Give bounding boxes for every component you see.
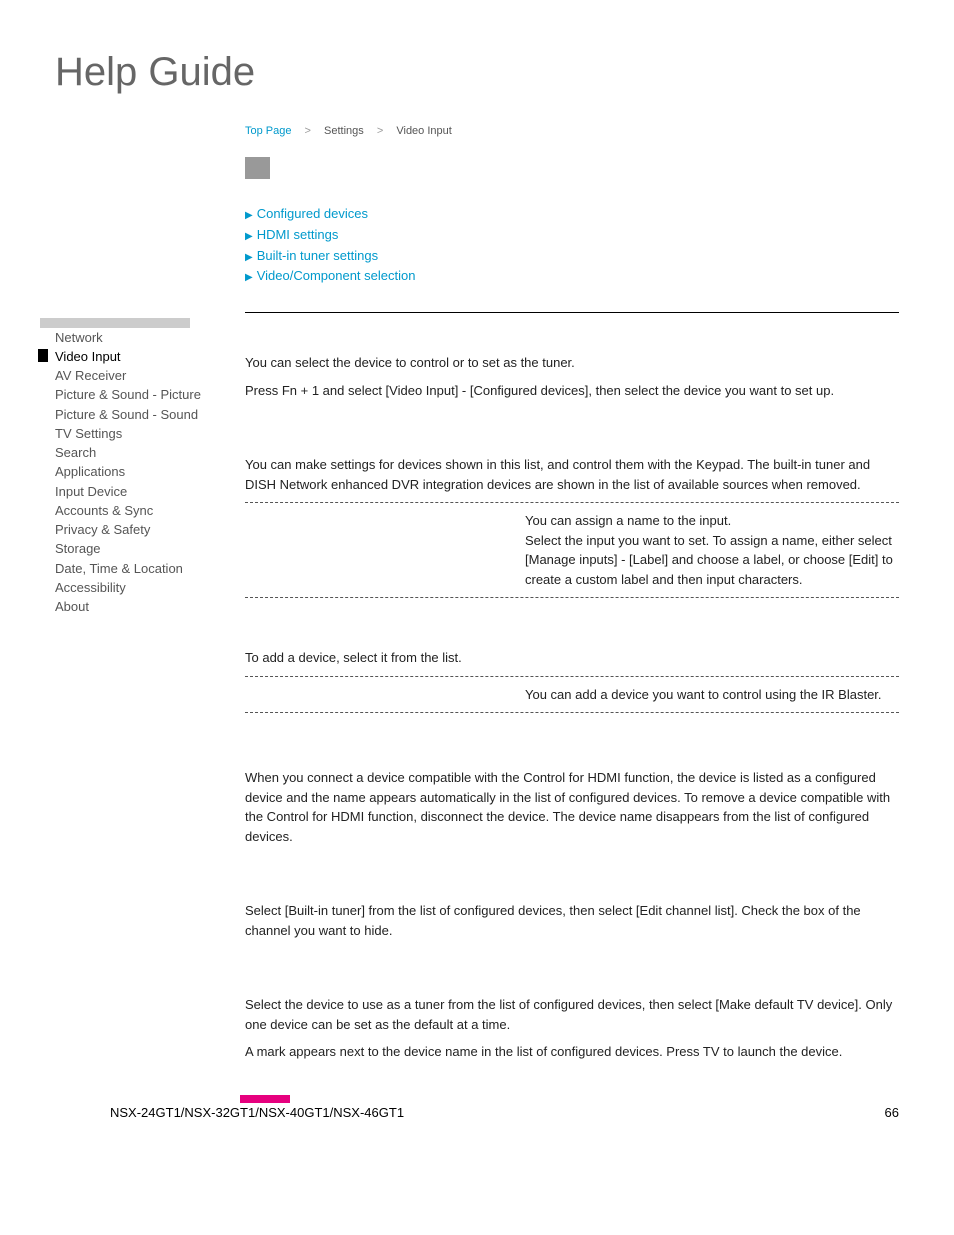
dashed-divider [245, 676, 899, 677]
sidebar-item-sound[interactable]: Picture & Sound - Sound [55, 405, 245, 424]
sidebar-item-network[interactable]: Network [55, 328, 245, 347]
content-para: Select [Built-in tuner] from the list of… [245, 901, 899, 940]
anchor-built-in-tuner[interactable]: ▶Built-in tuner settings [245, 246, 899, 267]
sidebar-header-bar [40, 318, 190, 328]
content-para: When you connect a device compatible wit… [245, 768, 899, 846]
content-para: Select the device to use as a tuner from… [245, 995, 899, 1034]
content-para: You can select the device to control or … [245, 353, 899, 373]
anchor-hdmi-settings[interactable]: ▶HDMI settings [245, 225, 899, 246]
breadcrumb-top[interactable]: Top Page [245, 125, 291, 137]
anchor-configured-devices[interactable]: ▶Configured devices [245, 204, 899, 225]
content-para: You can add a device you want to control… [525, 685, 899, 705]
content-para: You can make settings for devices shown … [245, 455, 899, 494]
sidebar-item-search[interactable]: Search [55, 444, 245, 463]
sidebar-item-privacy-safety[interactable]: Privacy & Safety [55, 521, 245, 540]
sidebar-item-video-input[interactable]: Video Input [55, 347, 245, 366]
breadcrumb: Top Page > Settings > Video Input [245, 125, 899, 137]
sidebar-item-input-device[interactable]: Input Device [55, 482, 245, 501]
sidebar-item-tv-settings[interactable]: TV Settings [55, 424, 245, 443]
page-title: Help Guide [55, 50, 899, 95]
arrow-icon: ▶ [245, 252, 253, 263]
main-content: You can select the device to control or … [245, 318, 899, 1070]
placeholder-box [245, 157, 270, 179]
content-para: Press Fn + 1 and select [Video Input] - … [245, 381, 899, 401]
footer-page-number: 66 [885, 1105, 899, 1120]
content-para: To add a device, select it from the list… [245, 648, 899, 668]
breadcrumb-sep: > [305, 125, 311, 137]
sidebar-item-accounts-sync[interactable]: Accounts & Sync [55, 501, 245, 520]
anchor-video-component[interactable]: ▶Video/Component selection [245, 266, 899, 287]
sidebar-item-av-receiver[interactable]: AV Receiver [55, 367, 245, 386]
dashed-divider [245, 502, 899, 503]
anchor-list: ▶Configured devices ▶HDMI settings ▶Buil… [245, 204, 899, 287]
footer-models: NSX-24GT1/NSX-32GT1/NSX-40GT1/NSX-46GT1 [110, 1105, 404, 1120]
sidebar-item-date-time[interactable]: Date, Time & Location [55, 559, 245, 578]
footer: NSX-24GT1/NSX-32GT1/NSX-40GT1/NSX-46GT1 … [110, 1105, 899, 1120]
sidebar: Network Video Input AV Receiver Picture … [55, 318, 245, 1070]
dashed-divider [245, 597, 899, 598]
breadcrumb-current: Video Input [396, 125, 451, 137]
sidebar-item-applications[interactable]: Applications [55, 463, 245, 482]
arrow-icon: ▶ [245, 210, 253, 221]
arrow-icon: ▶ [245, 231, 253, 242]
arrow-icon: ▶ [245, 272, 253, 283]
divider [245, 312, 899, 313]
sidebar-item-accessibility[interactable]: Accessibility [55, 578, 245, 597]
content-para: A mark appears next to the device name i… [245, 1042, 899, 1062]
sidebar-item-picture[interactable]: Picture & Sound - Picture [55, 386, 245, 405]
sidebar-item-storage[interactable]: Storage [55, 540, 245, 559]
sidebar-item-about[interactable]: About [55, 598, 245, 617]
magenta-marker [240, 1095, 290, 1103]
content-para: You can assign a name to the input. Sele… [525, 511, 899, 589]
breadcrumb-mid: Settings [324, 125, 364, 137]
dashed-divider [245, 712, 899, 713]
breadcrumb-sep: > [377, 125, 383, 137]
